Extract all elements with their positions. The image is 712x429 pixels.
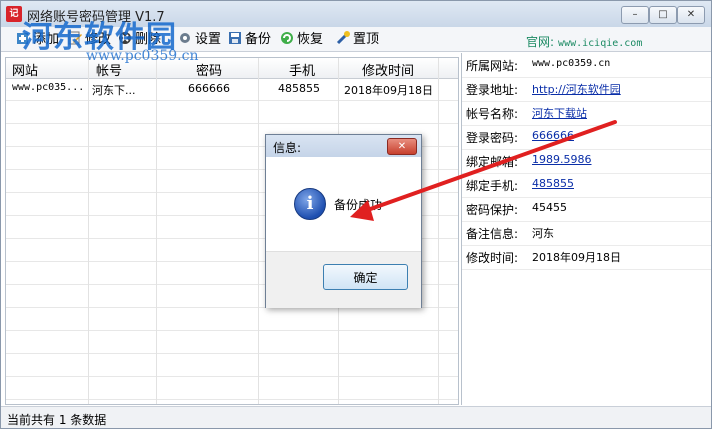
detail-row-password: 登录密码: 666666: [462, 125, 711, 150]
floppy-icon: [229, 32, 241, 44]
restore-icon: [281, 32, 293, 44]
delete-label: 删除: [135, 32, 162, 47]
restore-label: 恢复: [297, 32, 324, 47]
dialog-message: 备份成功: [334, 198, 383, 212]
dialog-title-bar[interactable]: 信息: ✕: [266, 135, 421, 157]
app-logo-icon: 记: [6, 6, 22, 22]
detail-row-website: 所属网站: www.pc0359.cn: [462, 53, 711, 78]
detail-label: 密码保护:: [466, 203, 519, 217]
detail-value-modified: 2018年09月18日: [532, 251, 621, 264]
column-divider: [156, 58, 157, 404]
official-url: www.iciqie.com: [558, 38, 643, 49]
column-divider: [88, 58, 89, 404]
detail-row-phone: 绑定手机: 485855: [462, 173, 711, 198]
table-header: 网站 帐号 密码 手机 修改时间: [6, 58, 458, 79]
ok-button[interactable]: 确定: [323, 264, 408, 290]
header-website[interactable]: 网站: [12, 60, 38, 79]
detail-row-email: 绑定邮箱: 1989.5986: [462, 149, 711, 174]
dialog-title: 信息:: [273, 141, 302, 155]
detail-row-login-url: 登录地址: http://河东软件园: [462, 77, 711, 102]
gear-icon: [180, 33, 190, 43]
detail-row-account: 帐号名称: 河东下载站: [462, 101, 711, 126]
delete-icon: [119, 32, 131, 44]
detail-value-account[interactable]: 河东下载站: [532, 105, 587, 121]
settings-button[interactable]: 设置: [177, 30, 221, 48]
cell-account: 河东下...: [92, 84, 136, 97]
settings-label: 设置: [195, 32, 222, 47]
detail-value-note: 河东: [532, 227, 554, 240]
header-account[interactable]: 帐号: [96, 60, 122, 79]
detail-label: 登录地址:: [466, 83, 519, 97]
cell-phone: 485855: [278, 82, 320, 95]
info-icon: i: [294, 188, 326, 220]
official-site-link[interactable]: 官网: www.iciqie.com: [526, 33, 642, 50]
maximize-button[interactable]: □: [649, 6, 677, 24]
close-button[interactable]: ✕: [677, 6, 705, 24]
edit-icon: [68, 31, 82, 45]
window-title: 网络账号密码管理 V1.7: [27, 10, 165, 25]
cell-password: 666666: [188, 82, 230, 95]
edit-label: 修改: [85, 32, 112, 47]
detail-label: 所属网站:: [466, 59, 519, 73]
add-label: 添加: [33, 32, 60, 47]
detail-value-email[interactable]: 1989.5986: [532, 153, 592, 166]
detail-row-modified: 修改时间: 2018年09月18日: [462, 245, 711, 270]
backup-label: 备份: [245, 32, 272, 47]
detail-row-security: 密码保护: 45455: [462, 197, 711, 222]
pin-icon: [336, 31, 350, 45]
record-count: 当前共有 1 条数据: [7, 413, 107, 427]
header-phone[interactable]: 手机: [289, 60, 315, 79]
cell-website: www.pc035...: [12, 82, 85, 93]
edit-button[interactable]: 修改: [67, 30, 111, 48]
add-button[interactable]: 添加: [15, 30, 59, 48]
detail-label: 帐号名称:: [466, 107, 519, 121]
dialog-close-button[interactable]: ✕: [387, 138, 417, 155]
detail-label: 绑定邮箱:: [466, 155, 519, 169]
delete-button[interactable]: 删除: [117, 30, 161, 48]
detail-label: 绑定手机:: [466, 179, 519, 193]
detail-value-website: www.pc0359.cn: [532, 58, 611, 69]
detail-value-login-url[interactable]: http://河东软件园: [532, 81, 621, 97]
add-icon: [17, 33, 28, 44]
info-dialog: 信息: ✕ i 备份成功 确定: [265, 134, 422, 308]
detail-label: 修改时间:: [466, 251, 519, 265]
column-divider: [438, 58, 439, 404]
backup-button[interactable]: 备份: [227, 30, 271, 48]
dialog-footer: 确定: [266, 251, 421, 308]
title-bar[interactable]: 记 网络账号密码管理 V1.7 – □ ✕: [1, 1, 711, 27]
detail-value-password[interactable]: 666666: [532, 129, 574, 142]
detail-value-phone[interactable]: 485855: [532, 177, 574, 190]
detail-row-note: 备注信息: 河东: [462, 221, 711, 246]
column-divider: [258, 58, 259, 404]
status-bar: 当前共有 1 条数据: [1, 406, 711, 428]
header-password[interactable]: 密码: [196, 60, 222, 79]
minimize-button[interactable]: –: [621, 6, 649, 24]
pin-top-button[interactable]: 置顶: [335, 30, 379, 48]
details-panel: 所属网站: www.pc0359.cn 登录地址: http://河东软件园 帐…: [461, 53, 711, 405]
detail-label: 备注信息:: [466, 227, 519, 241]
header-modified[interactable]: 修改时间: [362, 60, 414, 79]
detail-value-security: 45455: [532, 201, 567, 214]
toolbar: 添加 修改 删除 设置 备份 恢复 置顶 官网: www.iciqie.com: [1, 27, 711, 52]
pin-top-label: 置顶: [353, 32, 380, 47]
cell-modified: 2018年09月18日: [344, 84, 433, 97]
detail-label: 登录密码:: [466, 131, 519, 145]
restore-button[interactable]: 恢复: [279, 30, 323, 48]
official-label: 官网:: [526, 35, 555, 49]
